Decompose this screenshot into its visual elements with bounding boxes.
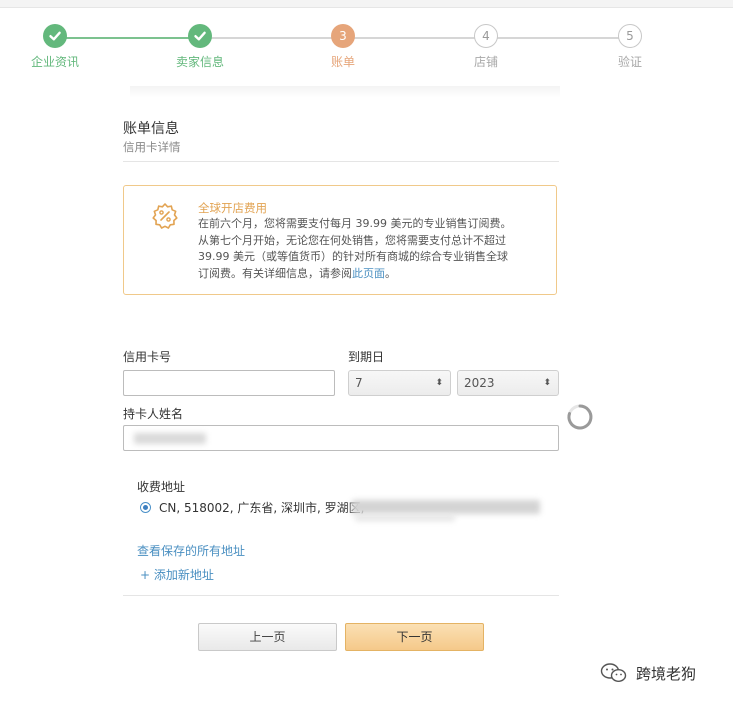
step-store: 4 店铺 bbox=[446, 24, 526, 70]
watermark: 跨境老狗 bbox=[600, 662, 696, 684]
percent-badge-icon bbox=[152, 203, 178, 229]
cardholder-label: 持卡人姓名 bbox=[123, 407, 184, 421]
top-bar bbox=[0, 0, 733, 8]
watermark-text: 跨境老狗 bbox=[636, 664, 697, 683]
notice-body: 在前六个月，您将需要支付每月 39.99 美元的专业销售订阅费。 从第七个月开始… bbox=[198, 216, 548, 282]
notice-line: 39.99 美元（或等值货币）的针对所有商城的综合专业销售全球 bbox=[198, 250, 508, 263]
fee-notice: 全球开店费用 在前六个月，您将需要支付每月 39.99 美元的专业销售订阅费。 … bbox=[123, 185, 557, 295]
address-text: CN, 518002, 广东省, 深圳市, 罗湖区, bbox=[159, 501, 365, 515]
this-page-link[interactable]: 此页面 bbox=[352, 267, 385, 280]
next-page-button[interactable]: 下一页 bbox=[345, 623, 484, 651]
notice-line: 在前六个月，您将需要支付每月 39.99 美元的专业销售订阅费。 bbox=[198, 217, 512, 230]
expiry-month-select[interactable]: 7 ⬍ bbox=[348, 370, 451, 396]
step-label: 账单 bbox=[330, 55, 355, 69]
step-number: 3 bbox=[331, 24, 355, 48]
select-arrows-icon: ⬍ bbox=[543, 378, 551, 388]
redacted-name bbox=[134, 433, 206, 444]
notice-title: 全球开店费用 bbox=[198, 201, 267, 215]
step-billing[interactable]: 3 账单 bbox=[303, 24, 383, 70]
step-seller-info[interactable]: 卖家信息 bbox=[160, 24, 240, 70]
page-subtitle: 信用卡详情 bbox=[123, 140, 181, 154]
section-shadow bbox=[130, 86, 560, 98]
step-company-info[interactable]: 企业资讯 bbox=[15, 24, 95, 70]
step-label: 企业资讯 bbox=[30, 55, 79, 69]
add-new-address-link[interactable]: + 添加新地址 bbox=[140, 566, 214, 583]
step-label: 卖家信息 bbox=[175, 55, 224, 69]
check-icon bbox=[188, 24, 212, 48]
cardholder-name-input[interactable] bbox=[123, 425, 559, 451]
previous-page-button[interactable]: 上一页 bbox=[198, 623, 337, 651]
notice-line-text: 订阅费。有关详细信息，请参阅 bbox=[198, 266, 352, 280]
step-number: 4 bbox=[474, 24, 498, 48]
check-icon bbox=[43, 24, 67, 48]
step-label: 验证 bbox=[617, 55, 642, 69]
expiry-label: 到期日 bbox=[348, 350, 385, 364]
expiry-month-value: 7 bbox=[355, 376, 363, 390]
notice-line-end: 。 bbox=[385, 266, 396, 280]
redacted-address bbox=[355, 515, 455, 521]
card-number-label: 信用卡号 bbox=[123, 350, 172, 364]
redacted-address bbox=[352, 500, 540, 514]
card-number-input[interactable] bbox=[123, 370, 335, 396]
step-verification: 5 验证 bbox=[590, 24, 670, 70]
step-number: 5 bbox=[618, 24, 642, 48]
address-radio[interactable] bbox=[140, 502, 151, 513]
view-saved-addresses-link[interactable]: 查看保存的所有地址 bbox=[137, 542, 245, 559]
billing-address-label: 收费地址 bbox=[137, 480, 186, 494]
notice-line: 从第七个月开始，无论您在何处销售，您将需要支付总计不超过 bbox=[198, 233, 506, 247]
select-arrows-icon: ⬍ bbox=[435, 378, 443, 388]
loading-spinner-icon bbox=[567, 404, 593, 430]
progress-stepper: 企业资讯 卖家信息 3 账单 4 店铺 5 验证 bbox=[0, 24, 733, 84]
expiry-year-value: 2023 bbox=[464, 376, 495, 390]
step-label: 店铺 bbox=[473, 55, 498, 69]
notice-line: 订阅费。有关详细信息，请参阅此页面。 bbox=[198, 266, 548, 283]
wechat-icon bbox=[600, 663, 627, 683]
divider bbox=[123, 595, 559, 596]
expiry-year-select[interactable]: 2023 ⬍ bbox=[457, 370, 559, 396]
page-title: 账单信息 bbox=[123, 121, 179, 137]
divider bbox=[123, 161, 559, 162]
